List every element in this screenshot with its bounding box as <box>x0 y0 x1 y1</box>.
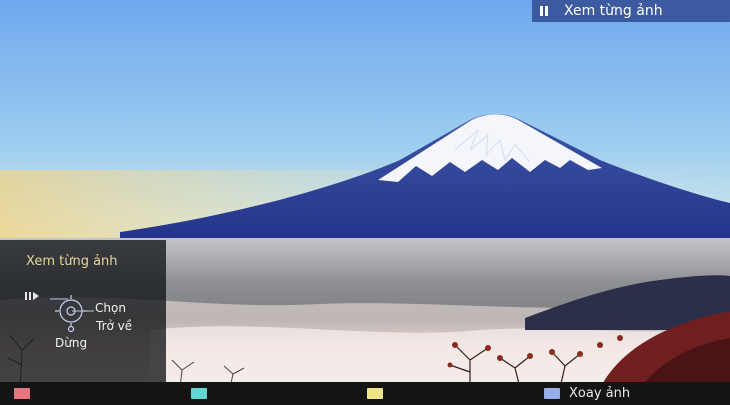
select-label: Chọn <box>95 301 126 315</box>
panel-title: Xem từng ảnh <box>26 254 118 269</box>
play-pause-icon[interactable] <box>25 291 45 301</box>
dpad-icon[interactable] <box>50 293 96 333</box>
green-key[interactable] <box>191 388 207 399</box>
stop-label: Dừng <box>55 336 88 350</box>
rotate-image-label: Xoay ảnh <box>569 386 631 401</box>
yellow-key[interactable] <box>367 388 383 399</box>
pause-icon <box>540 6 550 16</box>
red-key[interactable] <box>14 388 30 399</box>
view-mode-label: Xem từng ảnh <box>564 3 663 19</box>
control-panel: Xem từng ảnh Chọn Trở về Dừng <box>0 240 166 382</box>
back-label: Trở về <box>96 319 133 333</box>
color-key-bar: Xoay ảnh <box>0 382 730 405</box>
blue-key[interactable] <box>544 388 560 399</box>
view-mode-indicator: Xem từng ảnh <box>532 0 730 22</box>
